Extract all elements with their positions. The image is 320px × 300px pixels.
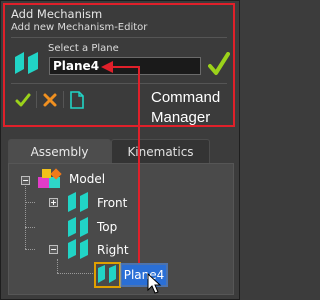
mechanism-editor-window: Add Mechanism Add new Mechanism-Editor S… — [0, 0, 240, 300]
mouse-cursor-icon — [147, 273, 162, 294]
drag-arrow-icon — [101, 61, 140, 263]
